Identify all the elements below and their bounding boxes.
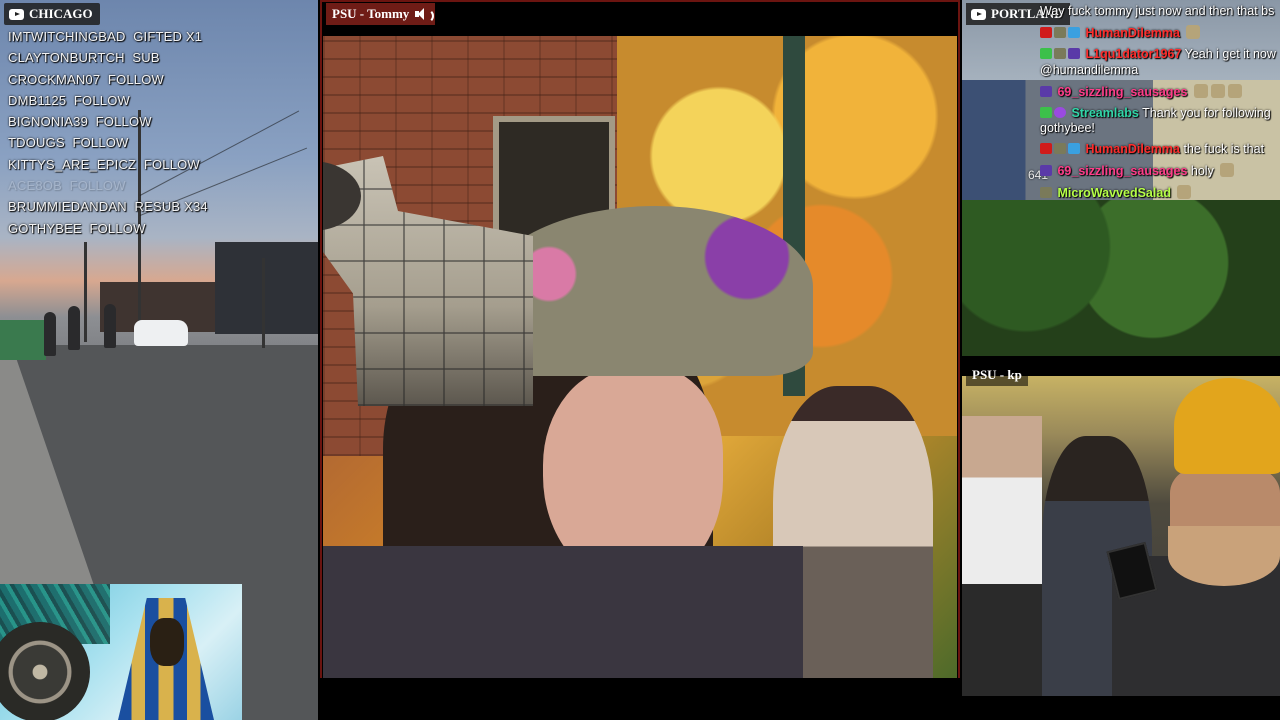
- main-video-feed[interactable]: [323, 36, 957, 678]
- emote-icon: [1177, 185, 1192, 199]
- chat-message: MicroWavvedSalad: [1040, 185, 1280, 202]
- chicago-stream-panel[interactable]: CHICAGO IMTWITCHINGBAD GIFTED X1 CLAYTON…: [0, 0, 318, 720]
- kp-video-feed[interactable]: [962, 376, 1280, 696]
- chat-message: L1qu1dator1967 Yeah i get it now @humand…: [1040, 47, 1276, 77]
- crowd-person: [962, 416, 1042, 696]
- chat-message: Way fuck tommy just now and then that bs: [1040, 4, 1275, 18]
- event-item: IMTWITCHINGBAD GIFTED X1: [8, 29, 203, 44]
- stream-title-tag: PSU - Tommy: [326, 3, 436, 25]
- emote-icon: [1220, 163, 1235, 177]
- yellow-beanie: [1174, 378, 1280, 474]
- emote-icon: [1186, 25, 1201, 39]
- chat-message: 69_sizzling_sausages: [1040, 83, 1280, 101]
- bushes: [962, 200, 1280, 356]
- emote-icon: [1210, 83, 1225, 98]
- chat-username[interactable]: HumanDilemma: [1085, 26, 1179, 40]
- chat-username[interactable]: MicroWavvedSalad: [1057, 186, 1170, 200]
- main-stream-panel[interactable]: PSU - Tommy: [320, 0, 960, 714]
- event-item: CLAYTONBURTCH SUB: [8, 50, 160, 66]
- chat-feed: Way fuck tommy just now and then that bs…: [1040, 4, 1280, 207]
- chat-username[interactable]: L1qu1dator1967: [1085, 47, 1181, 61]
- chat-username[interactable]: 69_sizzling_sausages: [1057, 164, 1187, 178]
- event-item: DMB1125 FOLLOW: [8, 92, 130, 108]
- twitch-badge-icon: [1040, 165, 1052, 176]
- green-cart: [0, 320, 46, 360]
- pedestrian: [44, 312, 56, 356]
- platform-badge-icon: [1068, 27, 1080, 38]
- psu-kp-stream-panel[interactable]: PSU - kp: [962, 364, 1280, 696]
- sub-badge-icon: [1040, 187, 1052, 198]
- stream-title: PSU - Tommy: [332, 6, 410, 21]
- stream-title-tag: PSU - kp: [966, 364, 1028, 386]
- youtube-badge-icon: [1040, 143, 1052, 154]
- pharaoh-face: [150, 618, 184, 666]
- verified-badge-icon: [1040, 48, 1052, 59]
- event-item: CROCKMAN07 FOLLOW: [8, 71, 165, 87]
- warehouse-building: [215, 242, 318, 334]
- stream-title: PSU - kp: [972, 367, 1022, 382]
- speaker-icon[interactable]: [415, 8, 435, 23]
- verified-badge-icon: [1040, 106, 1052, 118]
- chat-username[interactable]: HumanDilemma: [1085, 142, 1179, 156]
- traffic-light-pole: [262, 258, 265, 348]
- chat-message: HumanDilemma the fuck is that: [1040, 142, 1280, 158]
- twitch-badge-icon: [1040, 85, 1052, 97]
- chat-username[interactable]: 69_sizzling_sausages: [1057, 85, 1187, 99]
- utility-pole: [84, 242, 87, 342]
- chat-message: 69_sizzling_sausages holy: [1040, 163, 1280, 180]
- event-item-faded: ACE8OB FOLLOW: [8, 178, 126, 194]
- chat-message: HumanDilemma: [1040, 25, 1280, 42]
- pedestrian: [68, 306, 80, 350]
- youtube-badge-icon: [1040, 27, 1052, 38]
- event-item-highlight: GOTHYBEE FOLLOW: [8, 220, 146, 236]
- sub-badge-icon: [1054, 143, 1066, 154]
- pedestrian: [104, 304, 116, 348]
- event-item: BIGNONIA39 FOLLOW: [8, 114, 152, 130]
- pharaoh-cam-thumbnail[interactable]: [0, 584, 242, 720]
- platform-badge-icon: [1068, 143, 1080, 154]
- chat-message: Streamlabs Thank you for following gothy…: [1040, 105, 1271, 135]
- sub-badge-icon: [1054, 27, 1066, 38]
- twitch-badge-icon: [1068, 48, 1080, 59]
- letterbox-bar: [320, 678, 960, 714]
- event-item: BRUMMIEDANDAN RESUB X34: [8, 199, 208, 215]
- location-label: CHICAGO: [29, 6, 93, 21]
- emote-icon: [1193, 83, 1208, 98]
- event-item: KITTYS_ARE_EPICZ FOLLOW: [8, 156, 200, 172]
- chat-username[interactable]: Streamlabs: [1071, 106, 1138, 120]
- youtube-icon: [9, 8, 24, 20]
- event-item: TDOUGS FOLLOW: [8, 135, 129, 151]
- youtube-icon: [971, 8, 986, 20]
- man-beard: [1168, 526, 1280, 586]
- emote-icon: [1227, 83, 1242, 98]
- event-feed: IMTWITCHINGBAD GIFTED X1 CLAYTONBURTCH S…: [6, 26, 210, 239]
- stream-location-tag: CHICAGO: [4, 3, 100, 25]
- portland-stream-panel[interactable]: PORTLAND 641 Way fuck tommy just now and…: [962, 0, 1280, 356]
- police-car: [134, 320, 188, 346]
- sub-badge-icon: [1054, 48, 1066, 59]
- mod-badge-icon: [1054, 106, 1066, 118]
- subject-jacket: [323, 546, 803, 678]
